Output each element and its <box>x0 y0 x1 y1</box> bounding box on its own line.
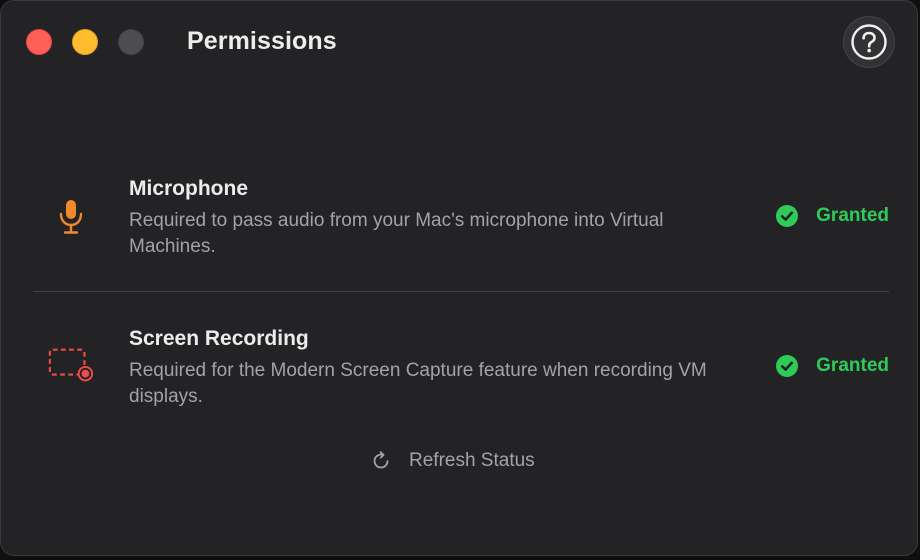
minimize-window-button[interactable] <box>72 29 98 55</box>
row-divider <box>33 291 889 292</box>
screen-recording-icon <box>47 341 95 389</box>
permission-description: Required to pass audio from your Mac's m… <box>129 210 664 257</box>
refresh-status-button[interactable]: Refresh Status <box>369 449 535 473</box>
checkmark-circle-icon <box>776 205 799 227</box>
status-label: Granted <box>816 205 889 226</box>
microphone-icon <box>47 193 95 241</box>
permission-title: Screen Recording <box>129 327 309 350</box>
status-label: Granted <box>816 355 889 376</box>
close-window-button[interactable] <box>26 29 52 55</box>
refresh-icon <box>373 451 389 469</box>
zoom-window-button[interactable] <box>118 29 144 55</box>
permission-row-microphone: Microphone Required to pass audio from y… <box>33 171 889 281</box>
help-button[interactable] <box>843 16 895 68</box>
question-circle-icon <box>851 24 887 60</box>
permission-status: Granted <box>776 355 889 377</box>
title-bar: Permissions <box>1 1 917 81</box>
permission-description: Required for the Modern Screen Capture f… <box>129 360 707 407</box>
permission-status: Granted <box>776 205 889 227</box>
permissions-window: Permissions Microphone Required to pass … <box>0 0 918 556</box>
refresh-status-label: Refresh Status <box>409 450 535 471</box>
checkmark-circle-icon <box>776 355 799 377</box>
window-title: Permissions <box>187 27 337 55</box>
permission-title: Microphone <box>129 177 248 200</box>
permission-row-screen-recording: Screen Recording Required for the Modern… <box>33 321 889 431</box>
